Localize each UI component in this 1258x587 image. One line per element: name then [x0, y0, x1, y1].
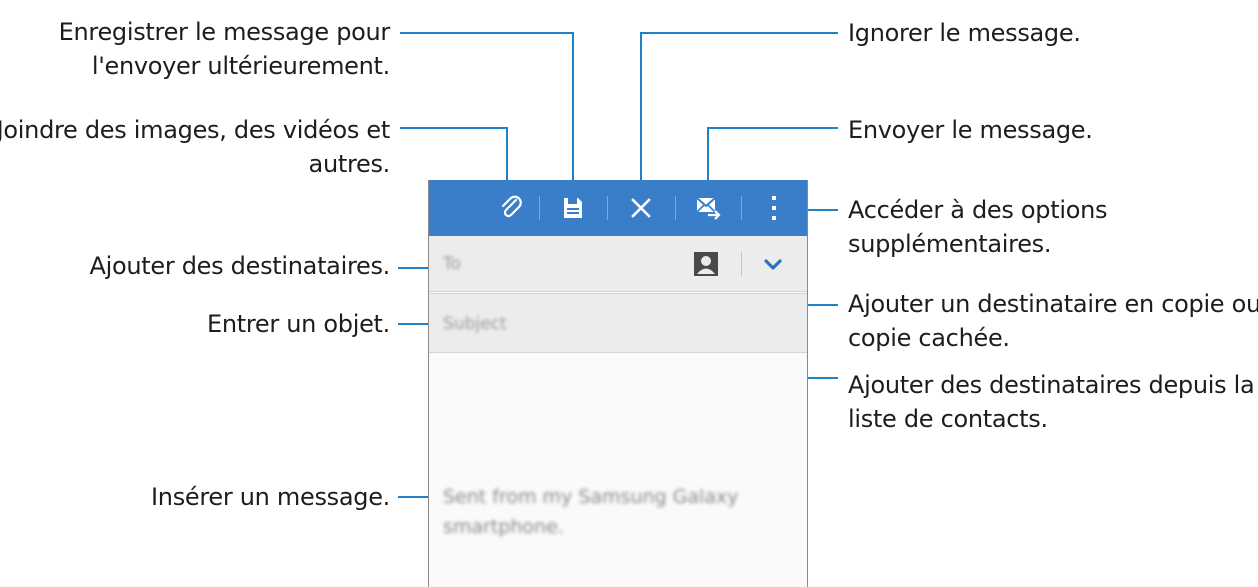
appbar-divider — [607, 196, 608, 220]
callout-discard: Ignorer le message. — [848, 19, 1081, 47]
save-button[interactable] — [549, 180, 597, 236]
field-divider — [741, 252, 742, 276]
callout-more: Accéder à des options supplémentaires. — [848, 196, 1108, 258]
chevron-down-icon — [764, 259, 782, 270]
more-options-button[interactable] — [751, 180, 797, 236]
appbar-divider — [675, 196, 676, 220]
contacts-button[interactable] — [691, 250, 721, 278]
send-mail-icon — [696, 197, 721, 220]
leader-discard-h — [640, 32, 838, 34]
discard-button[interactable] — [617, 180, 665, 236]
callout-send: Envoyer le message. — [848, 116, 1093, 144]
callout-contacts: Ajouter des destinataires depuis la list… — [848, 371, 1255, 433]
subject-placeholder: Subject — [443, 314, 507, 334]
leader-attach-h — [400, 127, 508, 129]
callout-recipients: Ajouter des destinataires. — [89, 252, 390, 280]
cc-bcc-expand-button[interactable] — [757, 252, 789, 278]
to-field[interactable]: To — [429, 236, 807, 292]
leader-recipients-h — [398, 267, 432, 269]
message-signature: Sent from my Samsung Galaxy smartphone. — [443, 486, 739, 538]
callout-subject: Entrer un objet. — [206, 310, 390, 338]
leader-discard-v — [640, 32, 642, 196]
callout-save: Enregistrer le message pour l'envoyer ul… — [58, 18, 391, 80]
compose-screen: To Subject Sent from my Samsung Galaxy s… — [428, 180, 808, 587]
save-icon — [564, 198, 582, 218]
callout-attach: Joindre des images, des vidéos et autres… — [0, 116, 390, 178]
app-bar — [429, 180, 807, 236]
close-icon — [631, 198, 651, 218]
contact-icon — [694, 252, 718, 276]
more-vertical-icon — [772, 196, 776, 220]
message-body[interactable] — [429, 353, 807, 587]
appbar-divider — [741, 196, 742, 220]
leader-save-h — [400, 32, 574, 34]
leader-save-v — [572, 32, 574, 204]
leader-subject-h — [398, 323, 432, 325]
callout-message: Insérer un message. — [151, 483, 390, 511]
leader-send-h — [707, 127, 838, 129]
send-button[interactable] — [685, 180, 731, 236]
appbar-divider — [539, 196, 540, 220]
leader-message-h — [398, 496, 432, 498]
paperclip-icon — [501, 195, 522, 218]
callout-cc-bcc: Ajouter un destinataire en copie ou copi… — [848, 290, 1258, 352]
attach-button[interactable] — [489, 180, 535, 236]
subject-field[interactable]: Subject — [429, 293, 807, 353]
to-placeholder: To — [443, 254, 461, 274]
